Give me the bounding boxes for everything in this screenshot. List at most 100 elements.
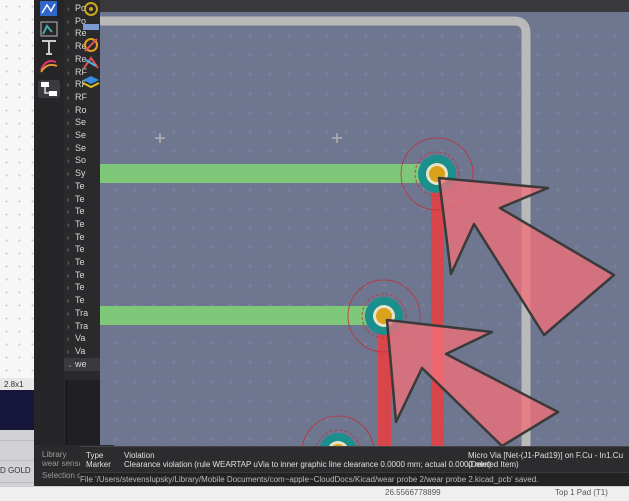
grid-point: [171, 379, 177, 385]
grid-point: [305, 110, 311, 116]
drc-message-panel: Type Marker Violation Clearance violatio…: [80, 446, 629, 475]
grid-point: [286, 91, 292, 97]
expand-arrow-icon[interactable]: ⌄: [67, 359, 75, 372]
grid-point: [190, 33, 196, 39]
grid-point: [363, 52, 369, 58]
background-label-2: D GOLD: [0, 466, 31, 475]
highlight-net-tool-icon[interactable]: [38, 0, 60, 18]
grid-point: [382, 148, 388, 154]
grid-point: [555, 398, 561, 404]
grid-point: [497, 71, 503, 77]
grid-point: [247, 91, 253, 97]
tree-item-label: Tra: [75, 307, 89, 318]
green-trace: [100, 164, 444, 183]
grid-point: [459, 71, 465, 77]
grid-point: [593, 206, 599, 212]
grid-point: [171, 436, 177, 442]
grid-point: [363, 379, 369, 385]
grid-point: [113, 379, 119, 385]
grid-point: [555, 379, 561, 385]
grid-point: [113, 129, 119, 135]
grid-point: [382, 129, 388, 135]
grid-point: [247, 340, 253, 346]
grid-point: [497, 129, 503, 135]
grid-point: [439, 129, 445, 135]
3d-view-tool-icon[interactable]: [80, 74, 102, 92]
measure-tool-icon[interactable]: [38, 38, 60, 56]
grid-point: [132, 33, 138, 39]
grid-point: [535, 148, 541, 154]
grid-point: [209, 436, 215, 442]
grid-point: [267, 225, 273, 231]
grid-point: [190, 52, 196, 58]
grid-point: [228, 129, 234, 135]
via-tool-icon[interactable]: [80, 0, 102, 18]
grid-point: [593, 398, 599, 404]
grid-point: [286, 244, 292, 250]
grid-point: [382, 263, 388, 269]
grid-point: [113, 187, 119, 193]
grid-point: [593, 33, 599, 39]
grid-point: [305, 71, 311, 77]
tree-item-label: we: [75, 358, 87, 369]
ruler-tool-icon[interactable]: [80, 18, 102, 36]
grid-point: [267, 187, 273, 193]
grid-point: [478, 283, 484, 289]
grid-point: [574, 91, 580, 97]
grid-point: [132, 379, 138, 385]
grid-point: [593, 244, 599, 250]
grid-point: [286, 52, 292, 58]
grid-point: [228, 148, 234, 154]
grid-point: [363, 91, 369, 97]
route-track-tool-icon[interactable]: [38, 20, 60, 38]
pcb-canvas[interactable]: [100, 12, 629, 446]
grid-point: [171, 91, 177, 97]
grid-point: [190, 110, 196, 116]
grid-point: [209, 148, 215, 154]
grid-point: [593, 167, 599, 173]
grid-point: [420, 283, 426, 289]
grid-point: [228, 379, 234, 385]
hierarchy-tool-icon[interactable]: [38, 80, 60, 98]
grid-point: [132, 225, 138, 231]
grid-point: [190, 436, 196, 442]
grid-point: [247, 33, 253, 39]
grid-point: [382, 110, 388, 116]
grid-point: [151, 129, 157, 135]
grid-point: [209, 129, 215, 135]
grid-point: [363, 71, 369, 77]
grid-point: [267, 359, 273, 365]
grid-point: [209, 244, 215, 250]
grid-point: [459, 302, 465, 308]
grid-point: [497, 91, 503, 97]
grid-point: [478, 71, 484, 77]
grid-point: [478, 263, 484, 269]
grid-point: [497, 302, 503, 308]
grid-point: [459, 110, 465, 116]
grid-point: [113, 436, 119, 442]
grid-point: [247, 148, 253, 154]
grid-point: [209, 52, 215, 58]
grid-point: [401, 417, 407, 423]
grid-point: [209, 91, 215, 97]
grid-point: [267, 71, 273, 77]
grid-point: [132, 244, 138, 250]
drc-tool-icon[interactable]: [80, 54, 102, 72]
grid-point: [459, 33, 465, 39]
grid-point: [209, 110, 215, 116]
target-tool-icon[interactable]: [80, 36, 102, 54]
curved-track-tool-icon[interactable]: [38, 56, 60, 74]
grid-point: [497, 33, 503, 39]
grid-point: [171, 263, 177, 269]
item-text: Micro Via [Net-(J1-Pad19)] on F.Cu - In1…: [468, 451, 624, 460]
grid-point: [228, 359, 234, 365]
grid-point: [286, 359, 292, 365]
grid-point: [324, 33, 330, 39]
grid-point: [401, 225, 407, 231]
tree-item-label: Te: [75, 206, 85, 217]
grid-point: [209, 225, 215, 231]
grid-point: [420, 91, 426, 97]
grid-point: [612, 187, 618, 193]
tree-item-label: Te: [75, 244, 85, 255]
grid-point: [171, 398, 177, 404]
